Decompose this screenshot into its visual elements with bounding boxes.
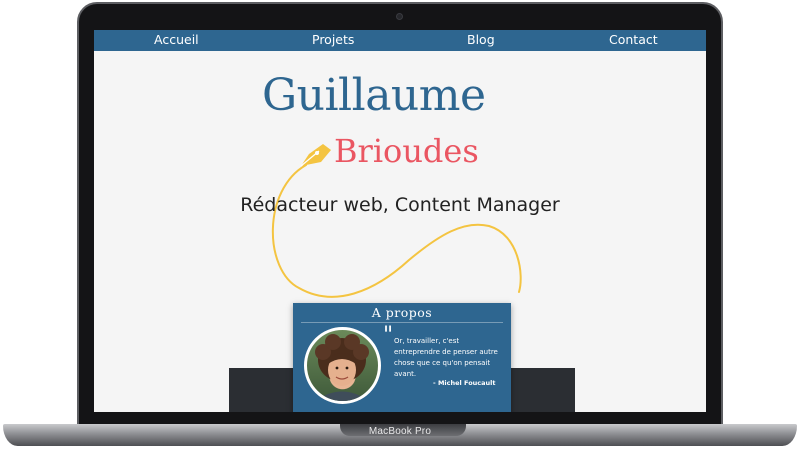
about-divider bbox=[301, 322, 503, 323]
about-card: A propos " Or, travailler, c'est entrepr… bbox=[293, 303, 511, 412]
laptop-base: MacBook Pro bbox=[3, 424, 797, 446]
hero-subtitle: Rédacteur web, Content Manager bbox=[240, 194, 560, 216]
quote-author: - Michel Foucault bbox=[433, 379, 496, 387]
fountain-pen-nib-icon bbox=[300, 144, 331, 167]
website-screen: Accueil Projets Blog Contact Guillaume B… bbox=[94, 30, 706, 412]
about-title: A propos bbox=[371, 305, 433, 320]
avatar bbox=[304, 327, 381, 404]
hero-last-name: Brioudes bbox=[334, 132, 479, 170]
hero-first-name: Guillaume bbox=[262, 70, 486, 121]
device-label: MacBook Pro bbox=[368, 426, 432, 437]
quote-mark-icon: " bbox=[383, 323, 394, 348]
camera-icon bbox=[396, 13, 403, 20]
quote-text: Or, travailler, c'est entreprendre de pe… bbox=[394, 337, 498, 378]
